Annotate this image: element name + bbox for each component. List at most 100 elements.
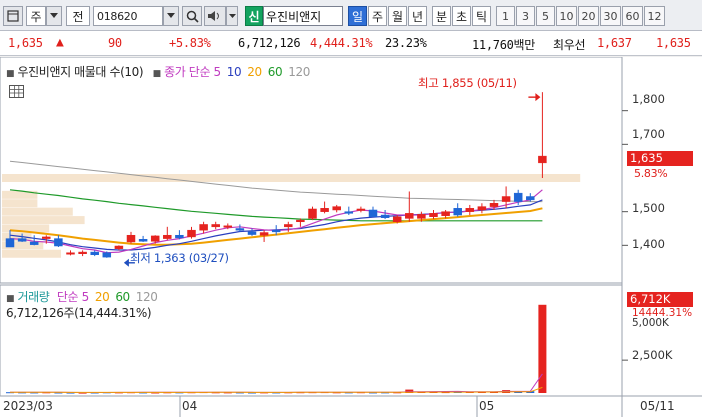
window-icon[interactable] (3, 6, 23, 26)
interval-button[interactable]: 3 (516, 6, 535, 26)
speaker-icon (208, 11, 219, 21)
price-change-pct: +5.83% (169, 36, 211, 50)
volume-profile-bar (2, 216, 85, 225)
chart-area: ■ 우진비앤지 매물대 수(10) ■ 종가 단순 5 10 20 60 120 최고 … (0, 57, 702, 417)
code-dropdown-button[interactable] (163, 6, 179, 26)
candle-body (320, 208, 329, 212)
y-label-5000k: 5,000K (632, 317, 669, 329)
ma-marker-icon: ■ (152, 69, 162, 79)
price-volume-chart[interactable] (0, 57, 702, 417)
candle-body (199, 224, 208, 231)
candle-body (78, 251, 87, 254)
interval-button[interactable]: 60 (622, 6, 643, 26)
candle-body (90, 251, 99, 256)
candle-body (187, 229, 196, 238)
table-icon[interactable] (9, 85, 24, 98)
volume-ma-period-label: 5 (81, 290, 90, 304)
low-price-note: 최저 1,363 (03/27) (130, 251, 229, 265)
candle-body (223, 225, 233, 228)
credit-badge: 신 (245, 6, 263, 26)
x-label-05-11: 05/11 (640, 399, 675, 413)
period-button[interactable]: 년 (408, 6, 427, 26)
x-label-05: 05 (479, 399, 495, 413)
y-label-1400: 1,400 (632, 237, 665, 251)
period-button[interactable]: 초 (452, 6, 471, 26)
volume-profile-bar (2, 207, 73, 216)
price-panel-title: 우진비앤지 매물대 수(10) (17, 65, 144, 79)
up-arrow-icon: ▲ (56, 35, 64, 50)
interval-button[interactable]: 1 (496, 6, 515, 26)
stock-code-input[interactable]: 018620 (93, 6, 163, 26)
candle-body (114, 245, 124, 249)
candle-body (5, 238, 15, 248)
candle-body (102, 252, 112, 258)
stock-name-field[interactable]: 우진비앤지 (263, 6, 343, 26)
candle-body (368, 209, 378, 217)
chevron-down-icon (50, 13, 58, 18)
candle-body (163, 234, 172, 239)
period-button[interactable]: 주 (368, 6, 387, 26)
search-icon (186, 10, 199, 23)
volume-ma-periods: 5 20 60 120 (82, 290, 164, 304)
candle-body (126, 234, 136, 243)
change-pct-label: 5.83% (634, 167, 668, 180)
candle-body (344, 211, 354, 214)
candle-body (54, 238, 63, 247)
current-price: 1,635 (8, 36, 43, 50)
search-button[interactable] (182, 6, 202, 26)
ma-period-label: 20 (247, 65, 262, 79)
ma-period-label: 120 (288, 65, 310, 79)
volume-profile-bar (2, 174, 581, 182)
x-label-2023-03: 2023/03 (3, 399, 53, 413)
volume-badge: 6,712K (627, 292, 693, 307)
candle-body (513, 192, 523, 202)
candle-body (477, 206, 487, 211)
candle-body (356, 208, 366, 211)
candle-body (211, 224, 220, 228)
candle-body (66, 252, 75, 255)
toolbar: 주 전 018620 신 우진비앤지 일 주 월 년 분 초 틱 1 3 5 10 20 30 60 12 (0, 0, 702, 31)
volume-ma-period-label: 20 (94, 290, 110, 304)
y-label-2500k: 2,500K (632, 348, 673, 362)
candle-body (296, 219, 305, 223)
chevron-down-icon (167, 13, 175, 18)
candle-body (465, 208, 475, 212)
period-button[interactable]: 월 (388, 6, 407, 26)
market-type-label: 주 (26, 6, 46, 26)
candle-body (138, 239, 148, 242)
prev-button[interactable]: 전 (66, 6, 90, 26)
y-label-1500: 1,500 (632, 201, 665, 215)
interval-button[interactable]: 5 (536, 6, 555, 26)
ma-label: 종가 단순 (164, 65, 211, 79)
ask-price: 1,637 (597, 36, 632, 50)
price-panel-header: ■ 우진비앤지 매물대 수(10) ■ 종가 단순 5 10 20 60 120 (6, 63, 316, 80)
ma-periods: 5 10 20 60 120 (214, 65, 316, 79)
interval-button[interactable]: 20 (578, 6, 599, 26)
volume-info: 6,712,126주(14,444.31%) (6, 306, 152, 320)
y-label-1700: 1,700 (632, 127, 665, 141)
speaker-button[interactable] (204, 6, 226, 26)
period-button[interactable]: 일 (348, 6, 367, 26)
speaker-dropdown-button[interactable] (226, 6, 238, 26)
period-button[interactable]: 틱 (472, 6, 491, 26)
candle-body (308, 208, 317, 219)
market-dropdown-button[interactable] (46, 6, 62, 26)
best-quote-label: 최우선 (553, 38, 586, 52)
chevron-down-icon (228, 13, 236, 18)
interval-button[interactable]: 12 (644, 6, 665, 26)
candle-body (271, 229, 281, 233)
quote-bar: 1,635 ▲ 90 +5.83% 6,712,126 4,444.31% 23… (0, 31, 702, 56)
interval-button[interactable]: 30 (600, 6, 621, 26)
candle-body (453, 208, 462, 216)
volume-ratio: 4,444.31% (310, 36, 373, 50)
volume-profile-bar (2, 249, 61, 258)
candle-body (332, 206, 341, 211)
high-price-note: 최고 1,855 (05/11) (418, 76, 517, 90)
volume-panel-header: ■ 거래량 단순 5 20 60 120 (6, 288, 164, 305)
candle-body (441, 211, 450, 216)
period-button[interactable]: 분 (432, 6, 451, 26)
turnover-rate: 23.23% (385, 36, 427, 50)
current-price-badge: 1,635 (627, 151, 693, 166)
interval-button[interactable]: 10 (556, 6, 577, 26)
volume-ma-label: 단순 (56, 290, 79, 304)
